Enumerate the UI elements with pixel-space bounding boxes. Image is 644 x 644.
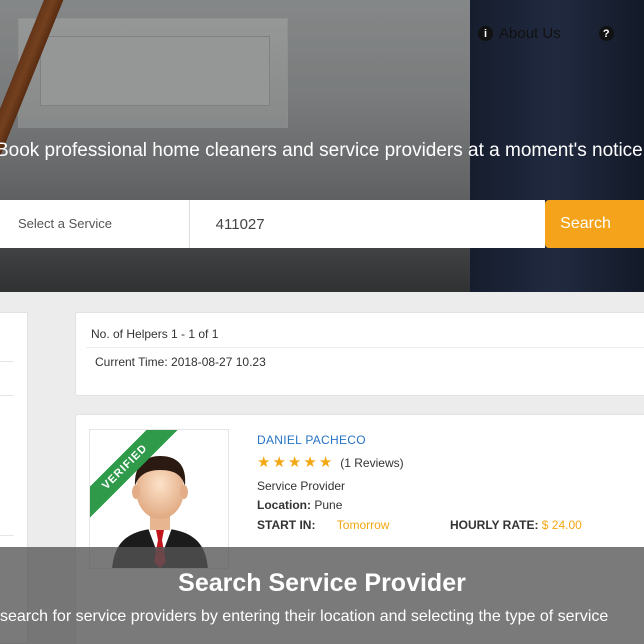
summary-divider xyxy=(86,347,644,348)
start-label: START IN: xyxy=(257,518,316,532)
hourly-rate: HOURLY RATE: $ 24.00 xyxy=(450,518,582,532)
results-summary: No. of Helpers 1 - 1 of 1 Current Time: … xyxy=(75,312,644,396)
nav-about-us[interactable]: i About Us xyxy=(478,25,561,42)
location-value: Pune xyxy=(314,498,343,512)
caption-text: search for service providers by entering… xyxy=(0,608,609,625)
hero-banner: i About Us ? Book professional home clea… xyxy=(0,0,644,292)
rate-value: $ 24.00 xyxy=(541,518,582,532)
help-icon[interactable]: ? xyxy=(598,26,614,41)
service-select[interactable]: Select a Service xyxy=(0,200,190,248)
filter-divider xyxy=(0,361,14,362)
location-input[interactable] xyxy=(189,200,546,248)
location-label: Location: xyxy=(257,498,311,512)
reviews-link[interactable]: (1 Reviews) xyxy=(340,456,403,470)
provider-location: Location: Pune xyxy=(257,498,342,512)
hero-title: Book professional home cleaners and serv… xyxy=(0,140,644,161)
helper-count: No. of Helpers 1 - 1 of 1 xyxy=(91,327,219,341)
rating: ★ ★ ★ ★ ★ (1 Reviews) xyxy=(257,455,404,470)
search-bar: Select a Service Search xyxy=(0,200,644,248)
star-icon: ★ xyxy=(318,454,333,471)
star-icon: ★ xyxy=(257,454,271,471)
start-value: Tomorrow xyxy=(336,518,390,532)
nav-about-label: About Us xyxy=(499,25,561,42)
provider-name-link[interactable]: DANIEL PACHECO xyxy=(257,433,366,447)
top-nav: i About Us ? xyxy=(478,25,614,42)
provider-type: Service Provider xyxy=(257,479,346,493)
filter-divider xyxy=(0,395,14,396)
current-time: Current Time: 2018-08-27 10.23 xyxy=(95,355,266,369)
search-button[interactable]: Search xyxy=(545,200,644,248)
star-icon: ★ xyxy=(272,454,286,471)
start-in: START IN: Tomorrow xyxy=(257,518,389,532)
rate-label: HOURLY RATE: xyxy=(450,518,539,532)
star-icon: ★ xyxy=(303,454,317,471)
caption-title: Search Service Provider xyxy=(178,569,466,597)
caption-overlay: Search Service Provider search for servi… xyxy=(0,547,644,644)
info-icon: i xyxy=(478,26,493,41)
star-icon: ★ xyxy=(287,454,302,471)
filter-divider xyxy=(0,535,14,536)
